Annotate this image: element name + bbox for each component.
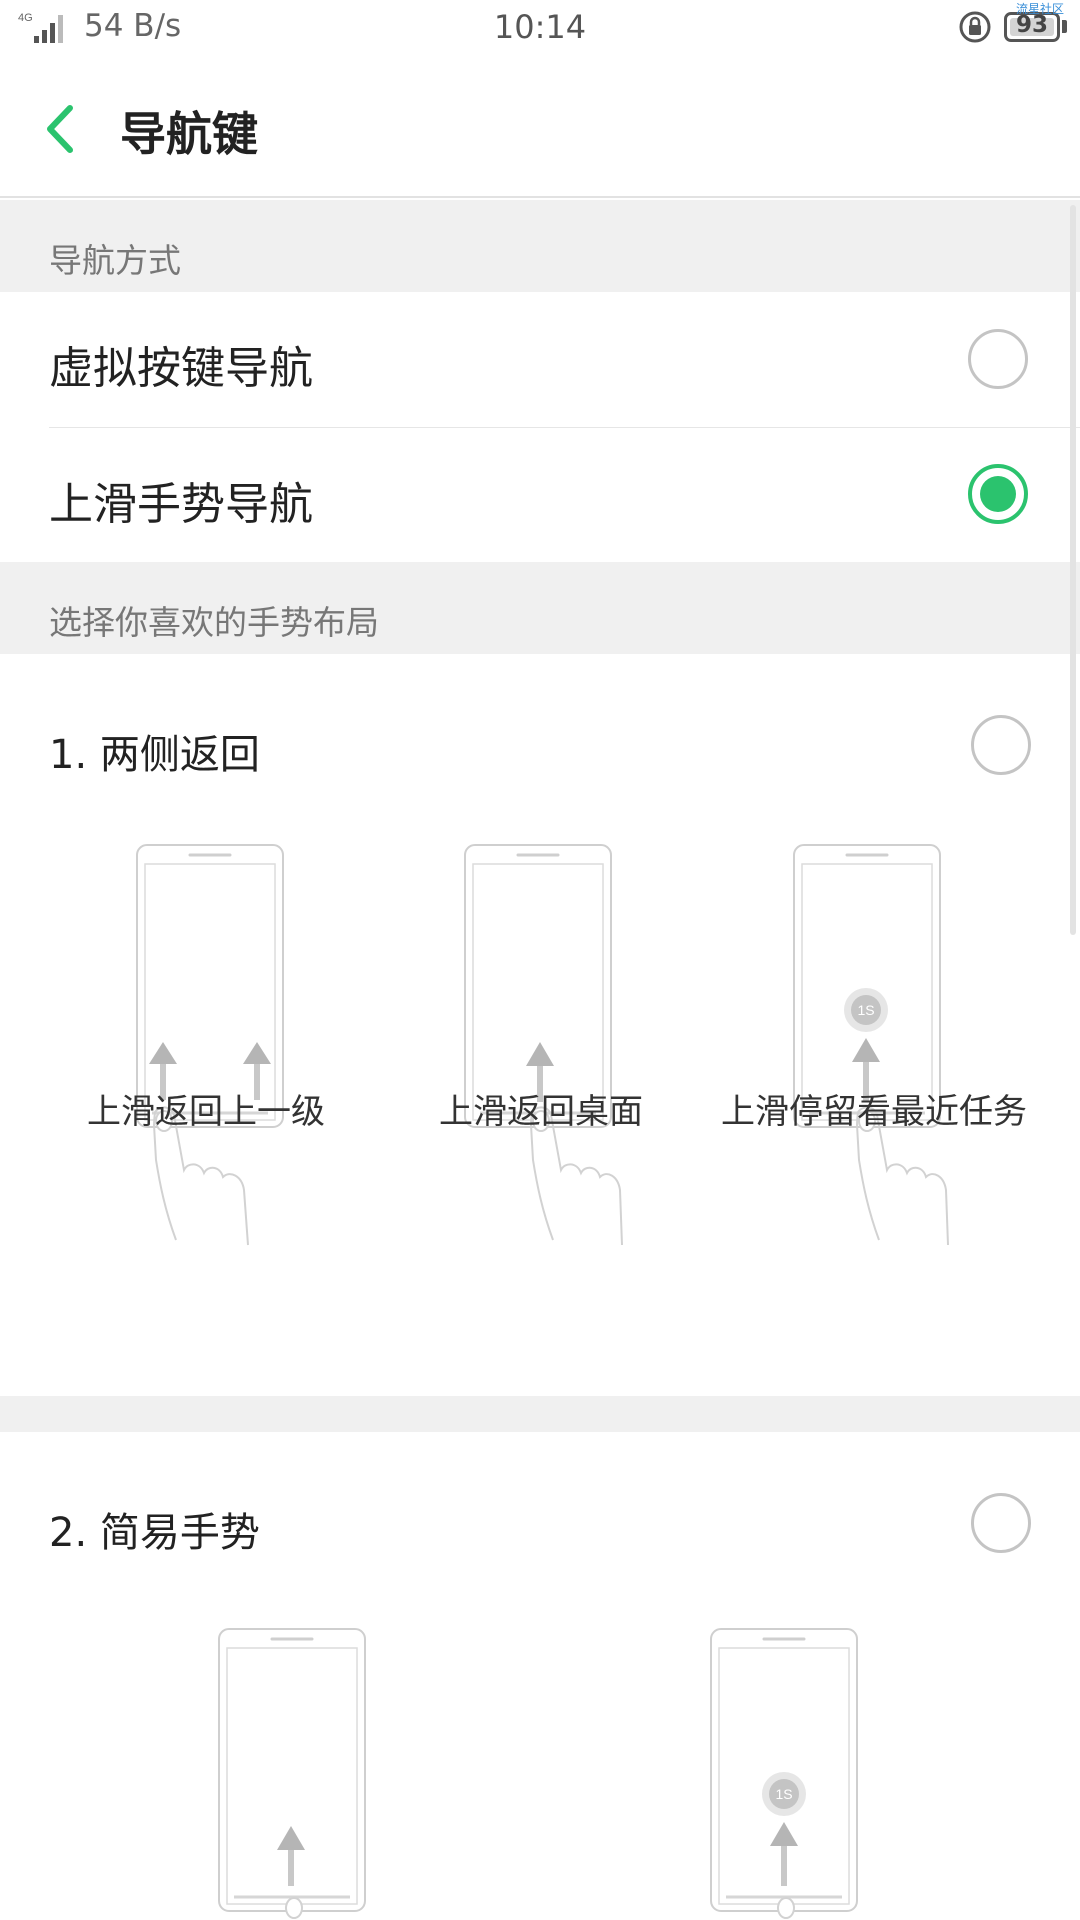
page-title: 导航键 [120,107,258,161]
radio-layout-1[interactable] [971,715,1031,775]
gesture-illustration-simple-home [218,1628,366,1919]
layout-option-simple-gesture[interactable]: 2. 简易手势 1S [0,1432,1080,1920]
radio-layout-2[interactable] [971,1493,1031,1553]
battery-tip [1062,20,1067,33]
title-bar: 导航键 [0,56,1080,198]
section-label: 导航方式 [49,241,181,280]
gesture-illustration-back [136,844,284,1246]
caption-home: 上滑返回桌面 [439,1092,643,1132]
option-virtual-keys[interactable]: 虚拟按键导航 [0,292,1080,427]
hold-badge-label: 1S [857,1002,874,1018]
hold-badge-label: 1S [775,1786,792,1802]
watermark: 流星社区 [1015,2,1064,16]
caption-recents: 上滑停留看最近任务 [721,1092,1027,1132]
clock: 10:14 [493,8,587,46]
option-label: 虚拟按键导航 [49,343,313,394]
gesture-illustration-simple-recents: 1S [710,1628,858,1919]
radio-virtual-keys[interactable] [968,329,1028,389]
option-label: 上滑手势导航 [49,479,313,530]
gesture-illustration-home [464,844,623,1246]
section-gap [0,1396,1080,1432]
layout-option-both-sides-back[interactable]: 1. 两侧返回 上滑返回上一级 上滑返回桌面 1S 上滑停留看最近任务 [0,654,1080,1396]
scrollbar[interactable] [1070,205,1076,935]
radio-swipe-gesture[interactable] [968,464,1028,524]
gesture-illustration-recents: 1S [793,844,949,1246]
chevron-left-icon[interactable] [36,92,92,166]
rotation-lock-icon [959,11,991,43]
option-swipe-gesture[interactable]: 上滑手势导航 [0,428,1080,562]
section-label: 选择你喜欢的手势布局 [49,603,379,642]
layout-title: 1. 两侧返回 [49,732,260,778]
section-header-gesture-layout: 选择你喜欢的手势布局 [0,562,1080,654]
layout-title: 2. 简易手势 [49,1510,260,1556]
caption-back: 上滑返回上一级 [87,1092,325,1132]
section-header-nav-mode: 导航方式 [0,200,1080,292]
status-bar: 4G 54 B/s 10:14 93 流星社区 [0,0,1080,56]
